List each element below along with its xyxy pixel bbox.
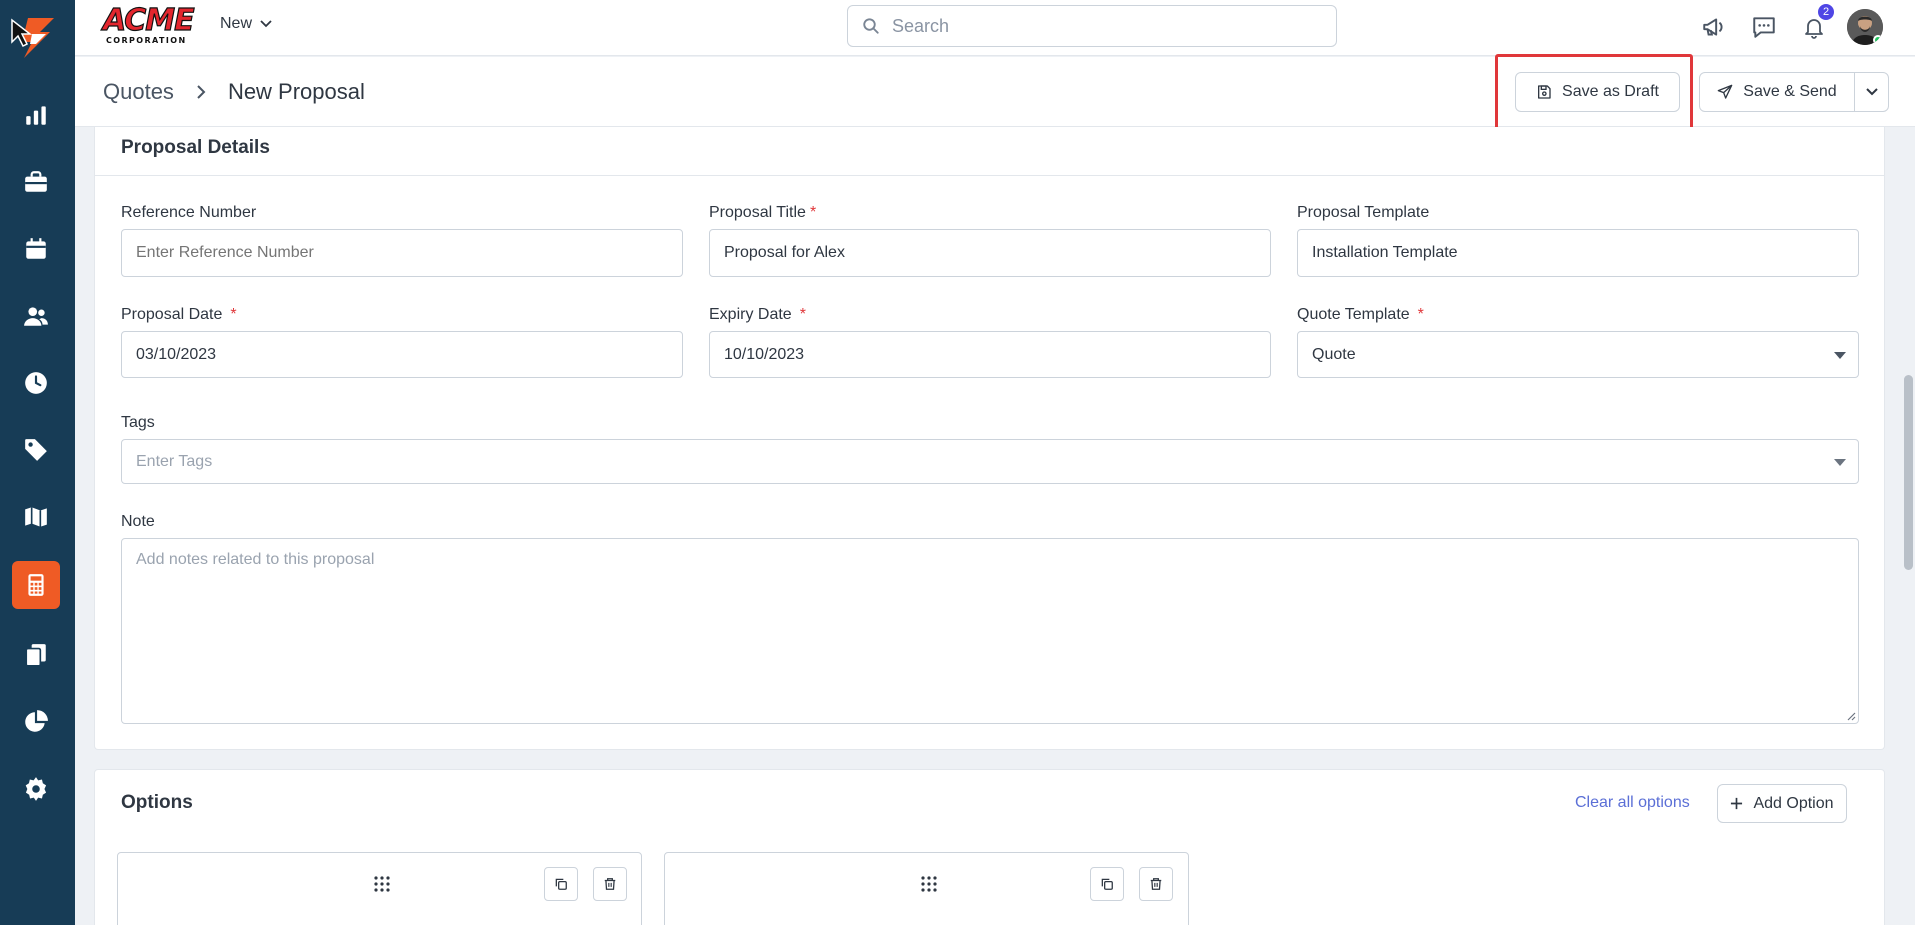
clock-icon [25,372,47,394]
section-title-proposal-details: Proposal Details [121,137,270,158]
clear-all-options-link[interactable]: Clear all options [1575,794,1690,812]
brand-name: ACME [102,3,195,38]
gear-icon [25,777,47,801]
tags-label: Tags [121,414,155,431]
proposal-details-card: Proposal Details Reference Number Propos… [94,127,1885,750]
new-menu-button[interactable]: New [220,15,272,33]
sidebar-item-reports[interactable] [12,698,60,746]
tags-placeholder: Enter Tags [136,452,213,470]
messages-button[interactable] [1749,12,1779,42]
delete-option-button[interactable] [593,867,627,901]
duplicate-option-button[interactable] [544,867,578,901]
page-scrollbar[interactable] [1904,375,1913,570]
chat-icon [1753,17,1775,38]
sidebar [0,0,75,925]
add-option-label: Add Option [1753,794,1834,812]
section-title-options: Options [121,792,193,813]
proposal-template-input[interactable]: Installation Template [1297,229,1859,277]
new-menu-label: New [220,15,253,32]
calculator-icon [28,574,44,596]
notification-badge: 2 [1818,4,1834,20]
map-icon [25,507,47,528]
copy-icon [1101,878,1113,890]
proposal-date-label: Proposal Date * [121,306,237,323]
expiry-date-input[interactable]: 10/10/2023 [709,331,1271,378]
option-card-2 [664,852,1189,925]
notifications-button[interactable]: 2 [1799,4,1834,42]
proposal-date-input[interactable]: 03/10/2023 [121,331,683,378]
reference-number-label: Reference Number [121,204,257,221]
app-logo[interactable] [10,14,64,62]
caret-down-icon [1834,352,1846,359]
sidebar-item-settings[interactable] [12,765,60,813]
plus-icon [1731,797,1743,810]
proposal-template-label: Proposal Template [1297,204,1430,221]
search-input[interactable] [892,15,1312,37]
drag-handle-icon[interactable] [920,875,938,893]
option-card-1 [117,852,642,925]
search-icon [863,18,879,34]
brand-logo[interactable]: ACME CORPORATION [102,3,195,48]
duplicate-option-button[interactable] [1090,867,1124,901]
chevron-down-icon [1865,88,1878,96]
caret-down-icon [1834,459,1846,466]
quote-template-select[interactable]: Quote [1297,331,1859,378]
avatar[interactable] [1847,9,1883,45]
sidebar-item-calendar[interactable] [12,225,60,273]
announcements-button[interactable] [1699,12,1729,42]
proposal-title-input[interactable]: Proposal for Alex [709,229,1271,277]
top-bar: ACME CORPORATION New 2 [75,0,1915,56]
add-option-button[interactable]: Add Option [1717,784,1847,823]
sidebar-item-map[interactable] [12,493,60,541]
section-divider [95,175,1884,176]
quote-template-label: Quote Template * [1297,306,1424,323]
bar-chart-icon [26,106,46,125]
sidebar-item-dashboard[interactable] [12,91,60,139]
note-label: Note [121,513,155,530]
breadcrumb-quotes-link[interactable]: Quotes [103,79,174,105]
calendar-icon [26,238,46,259]
note-placeholder: Add notes related to this proposal [136,551,375,568]
delete-option-button[interactable] [1139,867,1173,901]
tags-select[interactable]: Enter Tags [121,439,1859,484]
proposal-title-label: Proposal Title * [709,204,817,221]
quote-template-value: Quote [1312,345,1356,363]
megaphone-icon [1703,18,1723,36]
documents-icon [25,644,46,667]
save-and-send-button[interactable]: Save & Send [1699,72,1855,112]
online-status-dot [1873,35,1883,45]
sidebar-item-documents[interactable] [12,631,60,679]
save-and-send-label: Save & Send [1743,83,1837,100]
note-textarea[interactable]: Add notes related to this proposal [121,538,1859,724]
chevron-down-icon [260,20,272,28]
resize-handle-icon[interactable] [1846,711,1856,721]
copy-icon [555,878,567,890]
send-icon [1717,84,1733,99]
sidebar-item-quotes[interactable] [12,561,60,609]
highlight-box [1495,54,1693,130]
trash-icon [604,878,616,890]
search-box[interactable] [847,5,1337,47]
sidebar-item-customers[interactable] [12,292,60,340]
briefcase-icon [25,171,47,192]
expiry-date-label: Expiry Date * [709,306,806,323]
chevron-right-icon [197,85,206,99]
drag-handle-icon[interactable] [373,875,391,893]
breadcrumb: Quotes New Proposal [103,79,365,105]
trash-icon [1150,878,1162,890]
save-options-dropdown-button[interactable] [1854,72,1889,112]
pie-chart-icon [25,710,48,732]
sidebar-item-timesheets[interactable] [12,359,60,407]
brand-subtitle: CORPORATION [106,36,187,45]
sidebar-item-jobs[interactable] [12,158,60,206]
sidebar-item-pricebook[interactable] [12,426,60,474]
page-title: New Proposal [227,79,365,104]
reference-number-input[interactable] [121,229,683,277]
tag-icon [25,439,47,461]
users-icon [24,307,48,326]
